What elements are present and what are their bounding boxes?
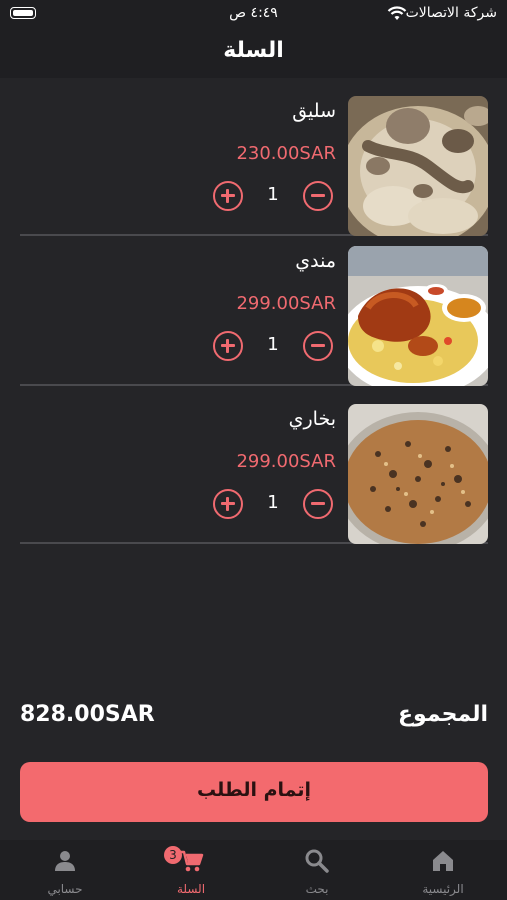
quantity-stepper: 1 [213, 331, 333, 365]
decrease-quantity-button[interactable] [303, 331, 333, 361]
checkout-button[interactable]: إتمام الطلب [20, 762, 488, 822]
bukhari-dish-image [348, 404, 488, 544]
tab-cart-label: السلة [176, 882, 206, 896]
search-icon [305, 849, 329, 873]
tab-account-label: حسابي [47, 882, 83, 896]
tab-search-label: بحث [305, 882, 329, 896]
quantity-value: 1 [267, 492, 279, 513]
decrease-quantity-button[interactable] [303, 181, 333, 211]
increase-quantity-button[interactable] [213, 489, 243, 519]
carrier-name: شركة الاتصالات [405, 5, 497, 21]
mandi-dish-image [348, 246, 488, 386]
quantity-stepper: 1 [213, 181, 333, 215]
item-name: مندي [295, 250, 336, 272]
home-icon [433, 851, 453, 871]
page-header: السلة [0, 28, 507, 78]
cart-item: بخاري 299.00SAR 1 [20, 394, 488, 544]
total-label: المجموع [398, 702, 488, 727]
saleeg-dish-image [348, 96, 488, 236]
item-name: سليق [292, 100, 336, 122]
tab-home-label: الرئيسية [422, 882, 464, 896]
page-title: السلة [223, 38, 284, 63]
item-price: 299.00SAR [236, 293, 336, 314]
tab-bar: الرئيسية بحث 3 السلة حسابي [0, 840, 507, 900]
cart-count-badge: 3 [164, 846, 182, 864]
item-price: 230.00SAR [236, 143, 336, 164]
cart-item: سليق 230.00SAR 1 [20, 86, 488, 236]
status-bar: ٤:٤٩ ص شركة الاتصالات [0, 0, 507, 28]
tab-account[interactable]: حسابي [2, 840, 128, 900]
quantity-stepper: 1 [213, 489, 333, 523]
tab-cart[interactable]: 3 السلة [128, 840, 254, 900]
item-name: بخاري [288, 408, 336, 430]
decrease-quantity-button[interactable] [303, 489, 333, 519]
person-icon [55, 851, 75, 871]
total-value: 828.00SAR [20, 702, 155, 727]
quantity-value: 1 [267, 334, 279, 355]
increase-quantity-button[interactable] [213, 181, 243, 211]
checkout-button-label: إتمام الطلب [196, 779, 312, 801]
quantity-value: 1 [267, 184, 279, 205]
wifi-icon [387, 6, 407, 20]
order-total: المجموع 828.00SAR [20, 700, 488, 740]
item-price: 299.00SAR [236, 451, 336, 472]
tab-home[interactable]: الرئيسية [380, 840, 506, 900]
cart-item: مندي 299.00SAR 1 [20, 236, 488, 386]
increase-quantity-button[interactable] [213, 331, 243, 361]
cart-icon [180, 850, 204, 872]
tab-search[interactable]: بحث [254, 840, 380, 900]
